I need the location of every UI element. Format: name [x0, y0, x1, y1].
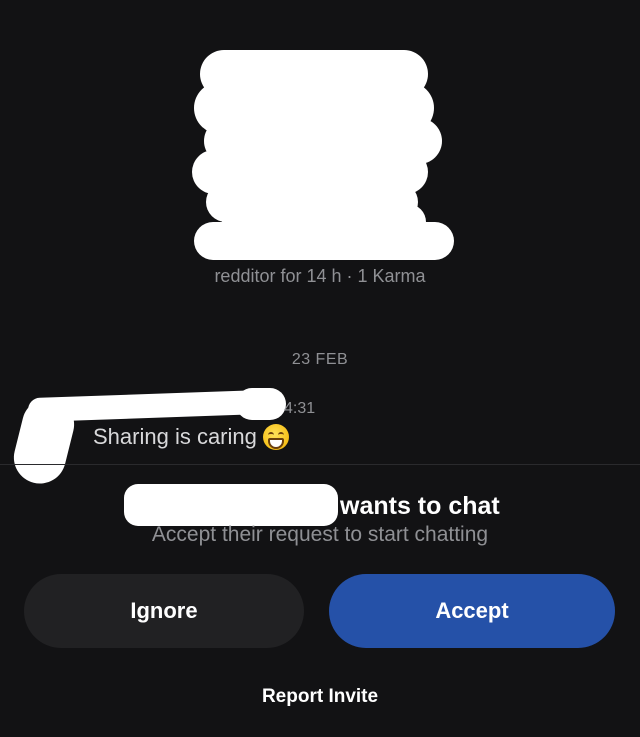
message-bubble: Sharing is caring [93, 424, 289, 450]
grinning-face-icon [262, 424, 289, 450]
divider [0, 464, 640, 465]
date-separator: 23 FEB [291, 351, 349, 368]
report-invite-row: Report Invite [0, 686, 640, 708]
profile-meta: redditor for 14 h · 1 Karma [214, 266, 426, 286]
chat-request-screen: redditor for 14 h · 1 Karma 23 FEB 4:31 … [0, 0, 640, 737]
accept-button[interactable]: Accept [329, 574, 615, 648]
ignore-button[interactable]: Ignore [24, 574, 304, 648]
report-invite-link[interactable]: Report Invite [262, 686, 378, 707]
invite-subtitle: Accept their request to start chatting [151, 523, 489, 546]
invite-title: wants to chat [340, 492, 500, 520]
redacted-requester-name [124, 484, 338, 526]
message-text: Sharing is caring [93, 424, 257, 449]
message-timestamp: 4:31 [284, 400, 316, 417]
